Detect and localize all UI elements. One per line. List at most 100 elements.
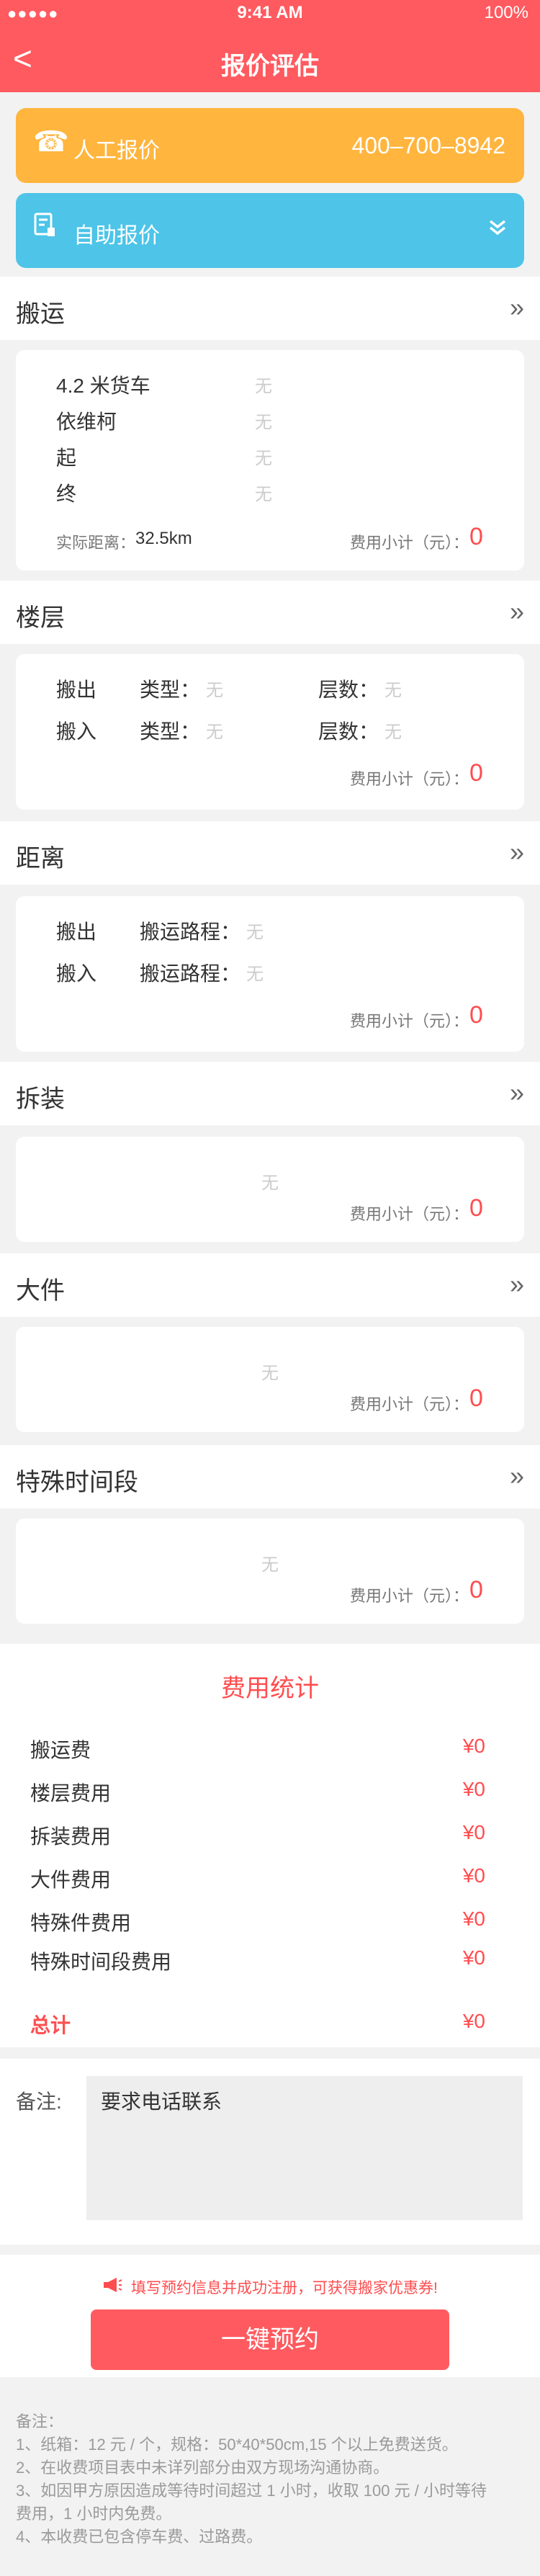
- type-label: 类型：: [140, 720, 201, 743]
- double-chevron-right-icon[interactable]: »: [510, 837, 524, 867]
- empty-value: 无: [261, 1173, 279, 1193]
- destination-label: 终: [56, 483, 77, 505]
- route-label: 搬运路程：: [140, 962, 241, 985]
- type-value: 无: [206, 723, 223, 742]
- move-card: 4.2 米货车 无 依维柯 无 起 无 终 无 实际距离： 32.5km 费用小…: [16, 350, 524, 571]
- notes-value: 要求电话联系: [101, 2090, 222, 2113]
- notes-label: 备注:: [16, 2090, 62, 2113]
- route-label: 搬运路程：: [140, 921, 241, 943]
- cost-item-label: 搬运费: [30, 1739, 91, 1761]
- move-out-label: 搬出: [56, 921, 97, 943]
- type-value: 无: [206, 681, 223, 700]
- cost-item-value: ¥0: [462, 1864, 485, 1887]
- vehicle-truck-label: 4.2 米货车: [56, 375, 150, 397]
- cost-item-label: 大件费用: [30, 1869, 112, 1891]
- status-time: 9:41 AM: [237, 3, 303, 22]
- section-title: 楼层: [16, 604, 65, 632]
- double-chevron-down-icon[interactable]: [488, 215, 507, 243]
- subtotal-label: 费用小计（元）：: [350, 1587, 469, 1605]
- footer-note-line: 2、在收费项目表中未详列部分由双方现场沟通协商。: [16, 2459, 390, 2477]
- manual-quote-label: 人工报价: [73, 139, 160, 163]
- cost-item-label: 楼层费用: [30, 1782, 112, 1804]
- cost-item-value: ¥0: [462, 1821, 485, 1843]
- section-header-special-time[interactable]: 特殊时间段 »: [0, 1445, 540, 1508]
- self-quote-label: 自助报价: [73, 224, 160, 248]
- coupon-tip-text: 填写预约信息并成功注册，可获得搬家优惠券!: [131, 2280, 438, 2297]
- subtotal-label: 费用小计（元）：: [350, 1395, 469, 1413]
- double-chevron-right-icon[interactable]: »: [510, 1078, 524, 1108]
- move-in-label: 搬入: [56, 962, 97, 985]
- page-title: 报价评估: [221, 53, 319, 80]
- double-chevron-right-icon[interactable]: »: [510, 1461, 524, 1491]
- status-bar: ●●●●● 9:41 AM 100%: [0, 0, 540, 29]
- floors-label: 层数：: [318, 679, 379, 701]
- empty-value: 无: [261, 1555, 279, 1575]
- special-time-card: 无 费用小计（元）： 0: [16, 1519, 524, 1624]
- floors-label: 层数：: [318, 720, 379, 743]
- cost-item-value: ¥0: [462, 1908, 485, 1930]
- section-header-distance[interactable]: 距离 »: [0, 821, 540, 885]
- move-in-label: 搬入: [56, 720, 97, 743]
- large-items-card: 无 费用小计（元）： 0: [16, 1327, 524, 1432]
- subtotal-value: 0: [469, 1194, 483, 1222]
- double-chevron-right-icon[interactable]: »: [510, 596, 524, 627]
- section-header-large-items[interactable]: 大件 »: [0, 1253, 540, 1317]
- empty-value: 无: [261, 1364, 279, 1383]
- total-value: ¥0: [462, 2010, 485, 2032]
- footer-notes: 备注： 1、纸箱：12 元 / 个，规格：50*40*50cm,15 个以上免费…: [16, 2410, 524, 2549]
- assembly-card: 无 费用小计（元）： 0: [16, 1137, 524, 1242]
- book-now-button[interactable]: 一键预约: [91, 2309, 449, 2370]
- footer-note-line: 4、本收费已包含停车费、过路费。: [16, 2528, 263, 2546]
- hotline-number[interactable]: 400–700–8942: [351, 133, 505, 159]
- footer-note-line: 费用，1 小时内免费。: [16, 2505, 172, 2523]
- cost-item-label: 拆装费用: [30, 1825, 112, 1848]
- section-title: 特殊时间段: [16, 1469, 138, 1496]
- subtotal-label: 费用小计（元）：: [350, 1012, 469, 1030]
- notes-textarea[interactable]: 要求电话联系: [86, 2076, 523, 2220]
- cost-item-value: ¥0: [462, 1735, 485, 1757]
- cost-item-value: ¥0: [462, 1778, 485, 1800]
- booking-section: 填写预约信息并成功注册，可获得搬家优惠券! 一键预约: [0, 2255, 540, 2377]
- floors-value: 无: [384, 723, 402, 742]
- section-title: 搬运: [16, 300, 65, 328]
- subtotal-label: 费用小计（元）：: [350, 770, 469, 788]
- form-icon: [33, 210, 58, 246]
- self-quote-banner[interactable]: 自助报价: [16, 193, 524, 268]
- nav-bar: < 报价评估: [0, 29, 540, 92]
- section-title: 距离: [16, 845, 65, 872]
- subtotal-value: 0: [469, 1385, 483, 1412]
- notes-section: 备注: 要求电话联系: [0, 2059, 540, 2245]
- total-label: 总计: [30, 2014, 71, 2036]
- subtotal-label: 费用小计（元）：: [350, 534, 469, 552]
- footer-note-line: 1、纸箱：12 元 / 个，规格：50*40*50cm,15 个以上免费送货。: [16, 2436, 458, 2454]
- subtotal-value: 0: [469, 759, 483, 787]
- route-value: 无: [246, 923, 264, 942]
- vehicle-van-label: 依维柯: [56, 411, 117, 433]
- section-header-assembly[interactable]: 拆装 »: [0, 1062, 540, 1125]
- floors-value: 无: [384, 681, 402, 700]
- section-title: 拆装: [16, 1086, 65, 1113]
- cost-summary: 费用统计 搬运费 ¥0 楼层费用 ¥0 拆装费用 ¥0 大件费用 ¥0 特殊件费…: [0, 1644, 540, 2047]
- double-chevron-right-icon[interactable]: »: [510, 292, 524, 323]
- coupon-tip: 填写预约信息并成功注册，可获得搬家优惠券!: [0, 2276, 540, 2298]
- distance-card: 搬出 搬运路程： 无 搬入 搬运路程： 无 费用小计（元）： 0: [16, 896, 524, 1052]
- cost-item-label: 特殊件费用: [30, 1912, 132, 1934]
- subtotal-value: 0: [469, 1576, 483, 1604]
- type-label: 类型：: [140, 679, 201, 701]
- section-header-move[interactable]: 搬运 »: [0, 277, 540, 340]
- cost-summary-title: 费用统计: [221, 1675, 319, 1702]
- subtotal-label: 费用小计（元）：: [350, 1205, 469, 1223]
- floor-card: 搬出 类型： 无 层数： 无 搬入 类型： 无 层数： 无 费用小计（元）： 0: [16, 654, 524, 810]
- destination-value: 无: [255, 485, 272, 504]
- megaphone-icon: [102, 2277, 122, 2297]
- manual-quote-banner[interactable]: ☎ 人工报价 400–700–8942: [16, 108, 524, 183]
- phone-icon: ☎: [33, 126, 69, 158]
- section-title: 大件: [16, 1277, 65, 1305]
- vehicle-van-value: 无: [255, 413, 272, 432]
- footer-note-line: 备注：: [16, 2412, 64, 2430]
- move-out-label: 搬出: [56, 679, 97, 701]
- origin-value: 无: [255, 449, 272, 468]
- section-header-floor[interactable]: 楼层 »: [0, 581, 540, 644]
- double-chevron-right-icon[interactable]: »: [510, 1269, 524, 1300]
- footer-note-line: 3、如因甲方原因造成等待时间超过 1 小时，收取 100 元 / 小时等待: [16, 2482, 487, 2500]
